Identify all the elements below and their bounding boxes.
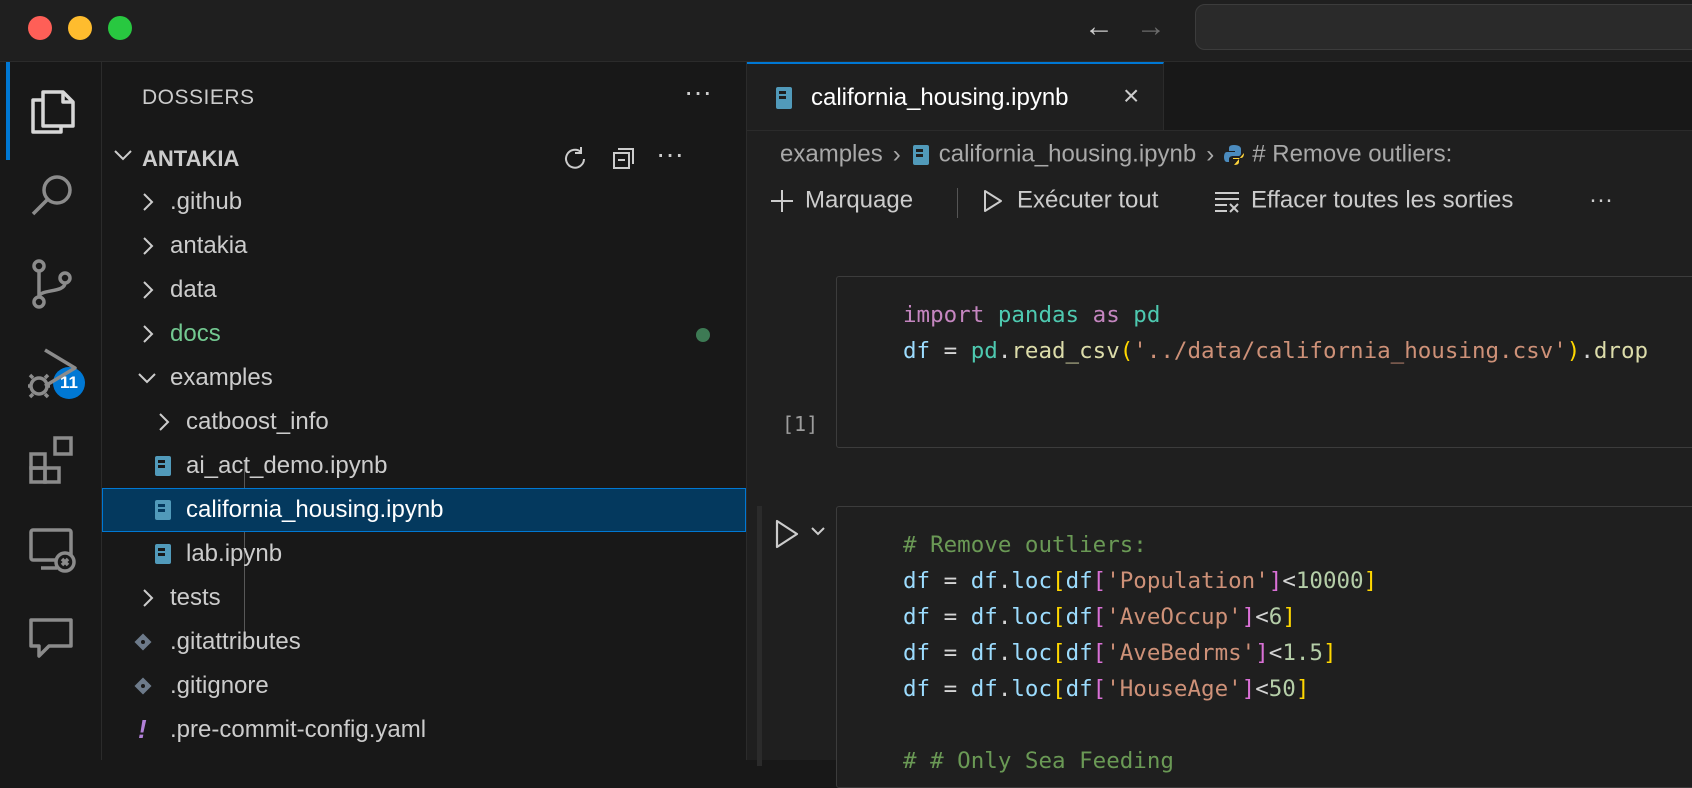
tree-item-label: catboost_info bbox=[186, 408, 329, 435]
run-all-button[interactable]: Exécuter tout bbox=[981, 186, 1158, 215]
tree-item-antakia[interactable]: antakia bbox=[102, 224, 746, 268]
tree-item-tests[interactable]: tests bbox=[102, 576, 746, 620]
tree-item-label: lab.ipynb bbox=[186, 540, 283, 567]
tree-item-california-housing[interactable]: california_housing.ipynb bbox=[102, 488, 746, 532]
yaml-file-icon: ! bbox=[138, 714, 147, 744]
tree-item-examples[interactable]: examples bbox=[102, 356, 746, 400]
notebook-editor: california_housing.ipynb × examples › cali… bbox=[747, 62, 1692, 788]
refresh-icon[interactable] bbox=[560, 144, 590, 174]
back-arrow-icon[interactable]: ← bbox=[1084, 10, 1114, 44]
sidebar-more-button[interactable]: ··· bbox=[684, 78, 712, 106]
chevron-right-icon: › bbox=[892, 140, 901, 168]
tree-item-label: data bbox=[170, 276, 217, 303]
extensions-icon[interactable] bbox=[25, 432, 81, 488]
tab-bar: california_housing.ipynb × bbox=[747, 62, 1692, 131]
chevron-right-icon bbox=[143, 325, 154, 343]
tree-item-github[interactable]: .github bbox=[102, 180, 746, 224]
collapse-all-icon[interactable] bbox=[608, 144, 638, 174]
notebook-icon bbox=[912, 144, 929, 165]
chevron-right-icon bbox=[143, 237, 154, 255]
tree-item-lab[interactable]: lab.ipynb bbox=[102, 532, 746, 576]
tree-item-gitattributes[interactable]: .gitattributes bbox=[102, 620, 746, 664]
chevron-right-icon: › bbox=[1206, 140, 1215, 168]
tree-item-label: antakia bbox=[170, 232, 248, 259]
workspace-name: ANTAKIA bbox=[142, 146, 240, 171]
plus-icon bbox=[771, 189, 793, 212]
tab-california-housing[interactable]: california_housing.ipynb × bbox=[747, 62, 1164, 130]
add-markdown-button[interactable]: Marquage bbox=[769, 186, 913, 215]
chevron-down-icon bbox=[138, 373, 156, 384]
run-cell-icon[interactable] bbox=[772, 517, 802, 551]
run-debug-icon[interactable] bbox=[25, 344, 81, 400]
tree-item-data[interactable]: data bbox=[102, 268, 746, 312]
notebook-icon bbox=[155, 456, 171, 476]
sidebar-title: DOSSIERS bbox=[142, 86, 255, 109]
command-center-search[interactable] bbox=[1195, 4, 1692, 50]
clear-outputs-button[interactable]: Effacer toutes les sorties bbox=[1213, 186, 1513, 215]
active-indicator bbox=[6, 62, 10, 160]
clear-all-icon bbox=[1215, 191, 1239, 213]
python-icon bbox=[1224, 144, 1245, 165]
tree-item-label: california_housing.ipynb bbox=[186, 496, 444, 523]
notebook-icon bbox=[155, 544, 171, 564]
notebook-icon bbox=[776, 87, 792, 109]
source-control-icon[interactable] bbox=[25, 256, 81, 312]
tree-item-label: .github bbox=[170, 188, 243, 215]
chevron-right-icon bbox=[159, 413, 170, 431]
toolbar-divider bbox=[957, 188, 958, 218]
chevron-down-icon bbox=[114, 150, 132, 161]
chevron-right-icon bbox=[143, 589, 154, 607]
remote-explorer-icon[interactable] bbox=[25, 522, 81, 578]
breadcrumb-symbol[interactable]: # Remove outliers: bbox=[1252, 141, 1452, 168]
explorer-icon[interactable] bbox=[25, 84, 81, 140]
cell-source[interactable]: # Remove outliers: df = df.loc[df['Popul… bbox=[903, 527, 1377, 779]
run-all-icon bbox=[984, 189, 1002, 212]
activity-bar: 11 bbox=[0, 62, 102, 760]
code-cell[interactable]: # Remove outliers: df = df.loc[df['Popul… bbox=[836, 506, 1692, 788]
cell-focus-indicator bbox=[757, 506, 762, 766]
explorer-sidebar: DOSSIERS ··· ANTAKIA ··· .github antakia… bbox=[102, 62, 747, 760]
close-window-button[interactable] bbox=[28, 16, 52, 40]
breadcrumb-folder[interactable]: examples bbox=[780, 141, 883, 168]
tree-item-label: docs bbox=[170, 320, 221, 347]
tree-item-gitignore[interactable]: .gitignore bbox=[102, 664, 746, 708]
notebook-toolbar: Marquage Exécuter tout Effacer toutes le… bbox=[747, 180, 1692, 226]
chevron-right-icon bbox=[143, 193, 154, 211]
tree-item-label: tests bbox=[170, 584, 221, 611]
notebook-icon bbox=[155, 500, 171, 520]
forward-arrow-icon[interactable]: → bbox=[1136, 10, 1166, 44]
chevron-down-icon[interactable] bbox=[809, 522, 827, 540]
toolbar-more-button[interactable]: ··· bbox=[1589, 186, 1613, 215]
git-file-icon bbox=[134, 677, 152, 695]
chevron-right-icon bbox=[143, 281, 154, 299]
minimize-window-button[interactable] bbox=[68, 16, 92, 40]
breadcrumb-file[interactable]: california_housing.ipynb bbox=[939, 141, 1197, 168]
cell-source[interactable]: import pandas as pd df = pd.read_csv('..… bbox=[903, 297, 1648, 369]
modified-indicator bbox=[696, 328, 710, 342]
tree-item-label: examples bbox=[170, 364, 273, 391]
section-more-icon[interactable]: ··· bbox=[656, 140, 686, 174]
search-icon[interactable] bbox=[25, 168, 81, 224]
breadcrumb: examples › california_housing.ipynb › # Remo… bbox=[780, 140, 1452, 172]
tree-item-ai-act-demo[interactable]: ai_act_demo.ipynb bbox=[102, 444, 746, 488]
tree-item-docs[interactable]: docs bbox=[102, 312, 746, 356]
tree-item-pre-commit-config[interactable]: ! .pre-commit-config.yaml bbox=[102, 708, 746, 752]
tab-close-icon[interactable]: × bbox=[1123, 80, 1139, 112]
title-bar: ← → bbox=[0, 0, 1692, 62]
tree-item-catboost-info[interactable]: catboost_info bbox=[102, 400, 746, 444]
execution-count: [1] bbox=[782, 412, 819, 436]
maximize-window-button[interactable] bbox=[108, 16, 132, 40]
code-cell[interactable]: import pandas as pd df = pd.read_csv('..… bbox=[836, 276, 1692, 448]
workspace-section-header[interactable]: ANTAKIA ··· bbox=[102, 138, 746, 180]
tab-label: california_housing.ipynb bbox=[811, 84, 1069, 111]
tree-item-label: .pre-commit-config.yaml bbox=[170, 716, 427, 743]
chat-icon[interactable] bbox=[25, 610, 81, 666]
tree-item-label: ai_act_demo.ipynb bbox=[186, 452, 388, 479]
git-file-icon bbox=[134, 633, 152, 651]
tree-item-label: .gitattributes bbox=[170, 628, 301, 655]
tree-item-label: .gitignore bbox=[170, 672, 269, 699]
